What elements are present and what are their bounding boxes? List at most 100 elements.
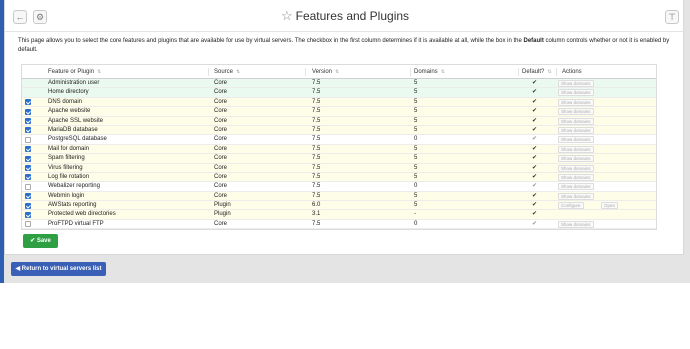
action-button[interactable]: Show domains — [558, 145, 594, 153]
return-button[interactable]: ◀ Return to virtual servers list — [11, 262, 106, 276]
feature-domains: - — [414, 211, 416, 218]
default-checkmark-icon[interactable]: ✔ — [532, 173, 537, 182]
table-row: DNS domain Core 7.5 5 ✔ Show domains — [22, 97, 656, 108]
feature-enable-checkbox[interactable] — [25, 136, 31, 143]
feature-version: 7.5 — [312, 164, 321, 171]
filter-icon[interactable]: ⊤ — [665, 10, 679, 24]
action-button[interactable]: Show domains — [558, 220, 594, 228]
feature-enable-checkbox[interactable] — [25, 193, 31, 200]
feature-domains: 5 — [414, 89, 418, 96]
feature-enable-checkbox[interactable] — [25, 183, 31, 190]
sort-icon: ⇅ — [440, 69, 445, 75]
table-row: ProFTPD virtual FTP Core 7.5 0 ✔ Show domains — [22, 219, 656, 230]
header-feature[interactable]: Feature or Plugin ⇅ — [48, 65, 101, 79]
feature-domains: 0 — [414, 136, 418, 143]
action-button[interactable]: Show domains — [558, 89, 594, 97]
default-checkmark-icon[interactable]: ✔ — [532, 107, 537, 116]
feature-enable-checkbox[interactable] — [25, 118, 31, 125]
intro-part-1: This page allows you to select the core … — [18, 38, 524, 44]
default-checkmark-icon[interactable]: ✔ — [532, 201, 537, 210]
action-button[interactable]: Show domains — [558, 126, 594, 134]
column-separator — [410, 68, 411, 76]
action-button[interactable]: Show domains — [558, 98, 594, 106]
feature-name: ProFTPD virtual FTP — [48, 220, 104, 227]
feature-name: Log file rotation — [48, 173, 90, 180]
save-button[interactable]: ✔ Save — [23, 234, 58, 248]
feature-enable-checkbox[interactable] — [25, 146, 31, 153]
action-button[interactable]: Show domains — [558, 80, 594, 87]
default-checkmark-icon[interactable]: ✔ — [532, 210, 537, 219]
feature-version: 3.1 — [312, 211, 321, 218]
feature-name: Spam filtering — [48, 155, 85, 162]
header-version[interactable]: Version ⇅ — [312, 65, 339, 79]
default-checkmark-icon[interactable]: ✔ — [532, 154, 537, 163]
feature-domains: 5 — [414, 126, 418, 133]
action-button[interactable]: Show domains — [558, 192, 594, 200]
feature-source: Core — [214, 183, 228, 190]
feature-enable-checkbox[interactable] — [25, 108, 31, 115]
page-title: ☆ Features and Plugins — [5, 8, 685, 24]
action-button[interactable]: Show domains — [558, 164, 594, 172]
table-row: Apache SSL website Core 7.5 5 ✔ Show domains — [22, 116, 656, 126]
header-source-label: Source — [214, 69, 234, 75]
default-checkmark-icon[interactable]: ✔ — [532, 192, 537, 201]
feature-domains: 5 — [414, 173, 418, 180]
default-checkmark-icon[interactable]: ✔ — [532, 182, 537, 191]
feature-enable-checkbox[interactable] — [25, 174, 31, 181]
action-button[interactable]: Show domains — [558, 136, 594, 144]
feature-version: 7.5 — [312, 108, 321, 115]
default-checkmark-icon[interactable]: ✔ — [532, 79, 537, 88]
feature-name: DNS domain — [48, 98, 83, 105]
feature-domains: 5 — [414, 117, 418, 124]
feature-source: Core — [214, 192, 228, 199]
feature-version: 7.5 — [312, 173, 321, 180]
header-actions-label: Actions — [562, 69, 582, 75]
feature-domains: 5 — [414, 192, 418, 199]
default-checkmark-icon[interactable]: ✔ — [532, 220, 537, 229]
page-title-text: Features and Plugins — [295, 9, 410, 23]
feature-enable-checkbox[interactable] — [25, 221, 31, 228]
feature-source: Plugin — [214, 202, 231, 209]
column-separator — [518, 68, 519, 76]
feature-domains: 5 — [414, 108, 418, 115]
feature-name: AWStats reporting — [48, 202, 97, 209]
feature-domains: 5 — [414, 80, 418, 86]
default-checkmark-icon[interactable]: ✔ — [532, 135, 537, 144]
table-header: Feature or Plugin ⇅ Source ⇅ Version ⇅ Doma… — [22, 65, 656, 79]
feature-enable-checkbox[interactable] — [25, 211, 31, 218]
default-checkmark-icon[interactable]: ✔ — [532, 117, 537, 126]
save-icon: ✔ — [30, 238, 36, 244]
action-button[interactable]: Show domains — [558, 108, 594, 116]
feature-source: Core — [214, 108, 228, 115]
header-source[interactable]: Source ⇅ — [214, 65, 240, 79]
table-row: Home directory Core 7.5 5 ✔ Show domains — [22, 88, 656, 98]
feature-domains: 5 — [414, 164, 418, 171]
default-checkmark-icon[interactable]: ✔ — [532, 164, 537, 173]
feature-enable-checkbox[interactable] — [25, 165, 31, 172]
header-domains[interactable]: Domains ⇅ — [414, 65, 445, 79]
default-checkmark-icon[interactable]: ✔ — [532, 98, 537, 107]
feature-version: 7.5 — [312, 136, 321, 143]
feature-enable-checkbox[interactable] — [25, 99, 31, 106]
action-button[interactable]: Show domains — [558, 183, 594, 191]
action-button[interactable]: Open — [601, 202, 619, 210]
action-button[interactable]: Configure — [558, 202, 584, 210]
feature-enable-checkbox[interactable] — [25, 127, 31, 134]
feature-version: 7.5 — [312, 80, 321, 86]
header-default[interactable]: Default? ⇅ — [522, 65, 552, 79]
action-button[interactable]: Show domains — [558, 173, 594, 181]
column-separator — [208, 68, 209, 76]
feature-enable-checkbox[interactable] — [25, 202, 31, 209]
action-button[interactable]: Show domains — [558, 117, 594, 125]
intro-text: This page allows you to select the core … — [18, 37, 678, 55]
default-checkmark-icon[interactable]: ✔ — [532, 145, 537, 154]
default-checkmark-icon[interactable]: ✔ — [532, 126, 537, 135]
header-version-label: Version — [312, 69, 333, 75]
default-checkmark-icon[interactable]: ✔ — [532, 88, 537, 97]
features-panel: ← ⚙ ☆ Features and Plugins ⊤ This page al… — [4, 0, 685, 255]
feature-enable-checkbox[interactable] — [25, 155, 31, 162]
table-row: Protected web directories Plugin 3.1 - ✔ — [22, 210, 656, 220]
action-button[interactable]: Show domains — [558, 155, 594, 163]
table-row: Webalizer reporting Core 7.5 0 ✔ Show domains — [22, 182, 656, 192]
star-icon[interactable]: ☆ — [281, 8, 293, 23]
